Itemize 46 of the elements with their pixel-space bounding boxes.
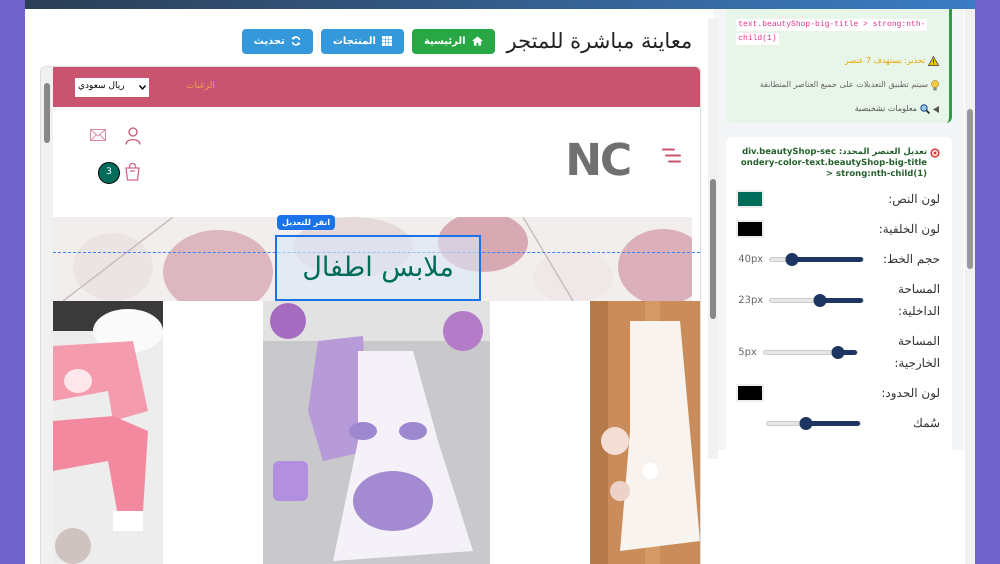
chevron-down-icon xyxy=(139,84,146,90)
menu-icon[interactable] xyxy=(662,148,681,163)
lightbulb-icon xyxy=(931,80,940,90)
field-label: حجم الخط: xyxy=(882,251,940,268)
slider-thumb[interactable] xyxy=(785,252,798,266)
scrollbar[interactable] xyxy=(708,19,718,459)
diagnostics-toggle[interactable]: معلومات تشخيصية xyxy=(854,103,918,115)
color-swatch[interactable] xyxy=(736,384,764,402)
field-label: المساحة الداخلية: xyxy=(896,281,940,320)
grid-icon xyxy=(382,36,392,46)
toolbar-button[interactable]: تحديث xyxy=(242,28,313,54)
page-title: معاينة مباشرة للمتجر xyxy=(506,30,692,52)
toolbar-button[interactable]: المنتجات xyxy=(320,28,404,54)
cart-count-badge: 3 xyxy=(98,162,120,184)
tip-text: سيتم تطبيق التعديلات على جميع العناصر المتطابقة xyxy=(760,79,928,91)
shopping-bag-icon[interactable] xyxy=(125,163,140,181)
magnifier-icon xyxy=(920,104,930,114)
warning-text: تحذير: يستهدف 7 عنصر xyxy=(844,55,926,67)
scrollbar[interactable] xyxy=(41,67,53,564)
target-icon xyxy=(930,148,940,158)
color-swatch[interactable] xyxy=(736,190,764,208)
slider-thumb[interactable] xyxy=(800,416,813,430)
mail-icon[interactable] xyxy=(90,129,106,141)
warning-icon xyxy=(928,56,940,66)
slider-value: 40px xyxy=(738,252,764,266)
selector-heading: تعديل العنصر المحدد: div.beautyShop-secondery-color-text.beautyShop-big-title > strong:nth-child(1) xyxy=(740,147,928,180)
slider-value: 23px xyxy=(738,294,764,308)
field-label: سُمك xyxy=(912,415,940,432)
code-text: text.beautyShop-big-title > strong:nth- xyxy=(736,19,928,31)
field-label: المساحة الخارجية: xyxy=(893,333,940,372)
code-text: child(1) xyxy=(736,33,779,45)
toolbar-button[interactable]: الرئيسية xyxy=(412,28,494,54)
scrollbar[interactable] xyxy=(965,9,975,564)
home-icon xyxy=(472,36,482,46)
caret-icon[interactable] xyxy=(933,106,940,112)
field-label: لون الخلفية: xyxy=(878,221,940,238)
slider-value: 5px xyxy=(738,346,757,360)
slider-thumb[interactable] xyxy=(832,346,845,358)
user-icon[interactable] xyxy=(125,127,141,145)
currency-select[interactable]: ريال سعودي xyxy=(75,78,149,96)
refresh-icon xyxy=(290,36,301,46)
field-label: لون النص: xyxy=(887,191,940,208)
field-label: لون الحدود: xyxy=(880,385,940,402)
slider-thumb[interactable] xyxy=(814,294,827,306)
logo[interactable]: NC xyxy=(565,139,630,183)
color-swatch[interactable] xyxy=(736,220,764,238)
